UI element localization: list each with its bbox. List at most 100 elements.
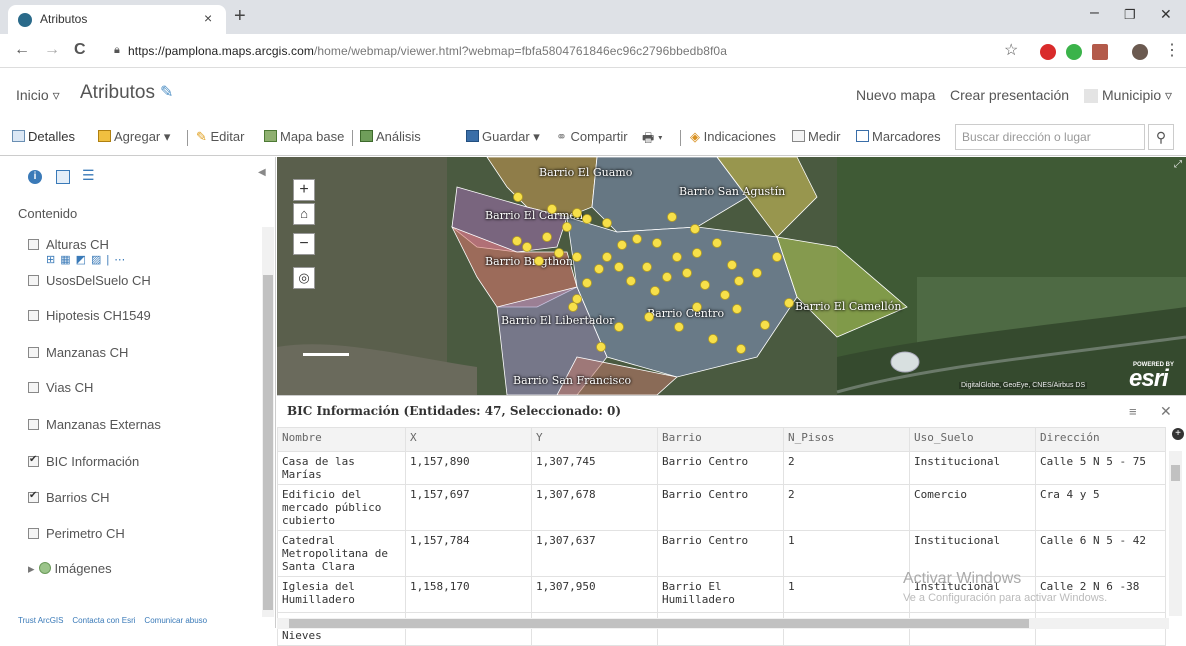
column-header[interactable]: Nombre — [277, 427, 406, 452]
locate-icon[interactable]: ◎ — [293, 267, 315, 289]
bic-marker[interactable] — [692, 248, 702, 258]
bic-marker[interactable] — [614, 322, 624, 332]
bic-marker[interactable] — [572, 294, 582, 304]
layer-item[interactable]: Alturas CH — [28, 237, 109, 252]
window-close-button[interactable]: ✕ — [1160, 6, 1172, 23]
bic-marker[interactable] — [708, 334, 718, 344]
table-row[interactable]: Catedral Metropolitana de Santa Clara 1,… — [277, 530, 1166, 577]
map-view[interactable]: Barrio El Guamo Barrio San Agustín Barri… — [277, 157, 1186, 395]
bic-marker[interactable] — [674, 322, 684, 332]
bic-marker[interactable] — [784, 298, 794, 308]
layer-checkbox[interactable] — [28, 310, 39, 321]
bic-marker[interactable] — [672, 252, 682, 262]
check-extension-icon[interactable] — [1066, 44, 1082, 60]
sidebar-scroll-thumb[interactable] — [263, 275, 273, 610]
bic-marker[interactable] — [644, 312, 654, 322]
bic-marker[interactable] — [732, 304, 742, 314]
bic-marker[interactable] — [682, 268, 692, 278]
edit-pencil-icon[interactable]: ✎ — [160, 82, 173, 102]
layer-checkbox[interactable] — [28, 275, 39, 286]
municipio-menu[interactable]: Municipio ▿ — [1102, 87, 1172, 104]
layer-checkbox[interactable] — [28, 490, 39, 503]
column-header[interactable]: Barrio — [657, 427, 784, 452]
guardar-button[interactable]: Guardar ▾ — [466, 129, 540, 145]
bic-marker[interactable] — [542, 232, 552, 242]
agregar-button[interactable]: Agregar ▾ — [98, 129, 170, 145]
bic-marker[interactable] — [720, 290, 730, 300]
profile-avatar[interactable] — [1132, 44, 1148, 60]
table-hscroll-thumb[interactable] — [289, 619, 1029, 628]
layer-item[interactable]: Perimetro CH — [28, 526, 125, 541]
bic-marker[interactable] — [712, 238, 722, 248]
bookmark-star-icon[interactable]: ☆ — [1004, 40, 1018, 60]
layer-checkbox[interactable] — [28, 528, 39, 539]
content-list-icon[interactable] — [56, 170, 70, 184]
detalles-button[interactable]: Detalles — [12, 129, 75, 144]
mapa-base-button[interactable]: Mapa base — [264, 129, 344, 144]
bic-marker[interactable] — [554, 248, 564, 258]
bic-marker[interactable] — [522, 242, 532, 252]
bic-marker[interactable] — [736, 344, 746, 354]
layer-checkbox[interactable] — [28, 419, 39, 430]
search-input[interactable]: Buscar dirección o lugar — [955, 124, 1145, 150]
bic-marker[interactable] — [582, 278, 592, 288]
close-table-icon[interactable]: ✕ — [1160, 403, 1172, 420]
bic-marker[interactable] — [692, 302, 702, 312]
add-column-icon[interactable]: + — [1172, 428, 1184, 440]
tab-close-icon[interactable]: × — [204, 10, 212, 26]
bic-marker[interactable] — [617, 240, 627, 250]
adblock-extension-icon[interactable] — [1040, 44, 1056, 60]
bic-marker[interactable] — [614, 262, 624, 272]
bic-marker[interactable] — [642, 262, 652, 272]
reload-button[interactable]: C — [74, 41, 86, 59]
comunicar-abuso-link[interactable]: Comunicar abuso — [144, 616, 207, 625]
bic-marker[interactable] — [734, 276, 744, 286]
inicio-menu[interactable]: Inicio ▿ — [16, 87, 60, 104]
column-header[interactable]: Uso_Suelo — [909, 427, 1036, 452]
layer-item[interactable]: UsosDelSuelo CH — [28, 273, 151, 288]
table-row[interactable]: Casa de las Marías 1,157,890 1,307,745 B… — [277, 451, 1166, 485]
zoom-in-button[interactable]: + — [293, 179, 315, 201]
bic-marker[interactable] — [662, 272, 672, 282]
bic-marker[interactable] — [568, 302, 578, 312]
marcadores-button[interactable]: Marcadores — [856, 129, 941, 144]
layer-item[interactable]: Hipotesis CH1549 — [28, 308, 151, 323]
layer-checkbox[interactable] — [28, 454, 39, 467]
bic-marker[interactable] — [572, 252, 582, 262]
search-icon[interactable]: ⚲ — [1148, 124, 1174, 150]
bic-marker[interactable] — [602, 218, 612, 228]
indicaciones-button[interactable]: ◈ Indicaciones — [690, 129, 776, 145]
table-options-icon[interactable]: ≡ — [1129, 404, 1137, 419]
info-icon[interactable]: i — [28, 170, 42, 184]
layer-item[interactable]: Vias CH — [28, 380, 93, 395]
back-button[interactable]: ← — [14, 41, 30, 59]
bic-marker[interactable] — [513, 192, 523, 202]
column-header[interactable]: Dirección — [1035, 427, 1166, 452]
bic-markers[interactable] — [277, 157, 1186, 395]
bic-marker[interactable] — [650, 286, 660, 296]
bic-marker[interactable] — [690, 224, 700, 234]
bic-marker[interactable] — [772, 252, 782, 262]
bic-marker[interactable] — [760, 320, 770, 330]
table-row[interactable]: Edificio del mercado público cubierto 1,… — [277, 484, 1166, 531]
layer-item[interactable]: BIC Información — [28, 454, 139, 469]
bic-marker[interactable] — [602, 252, 612, 262]
maximize-button[interactable]: ❐ — [1124, 7, 1136, 23]
minimize-button[interactable]: – — [1090, 4, 1099, 22]
trust-arcgis-link[interactable]: Trust ArcGIS — [18, 616, 64, 625]
column-header[interactable]: N_Pisos — [783, 427, 910, 452]
new-tab-button[interactable]: + — [234, 5, 246, 28]
sidebar-scrollbar[interactable] — [262, 227, 274, 617]
bic-marker[interactable] — [752, 268, 762, 278]
zoom-out-button[interactable]: − — [293, 233, 315, 255]
column-header[interactable]: X — [405, 427, 532, 452]
forward-button[interactable]: → — [44, 41, 60, 59]
imprimir-button[interactable]: 🖶︎ ▾ — [642, 129, 663, 151]
layer-checkbox[interactable] — [28, 382, 39, 393]
layer-item[interactable]: Manzanas Externas — [28, 417, 161, 432]
browser-tab[interactable]: Atributos × — [8, 5, 226, 34]
analisis-button[interactable]: Análisis — [360, 129, 421, 144]
editar-button[interactable]: ✎ Editar — [196, 129, 244, 145]
medir-button[interactable]: Medir — [792, 129, 841, 144]
layer-checkbox[interactable] — [28, 347, 39, 358]
